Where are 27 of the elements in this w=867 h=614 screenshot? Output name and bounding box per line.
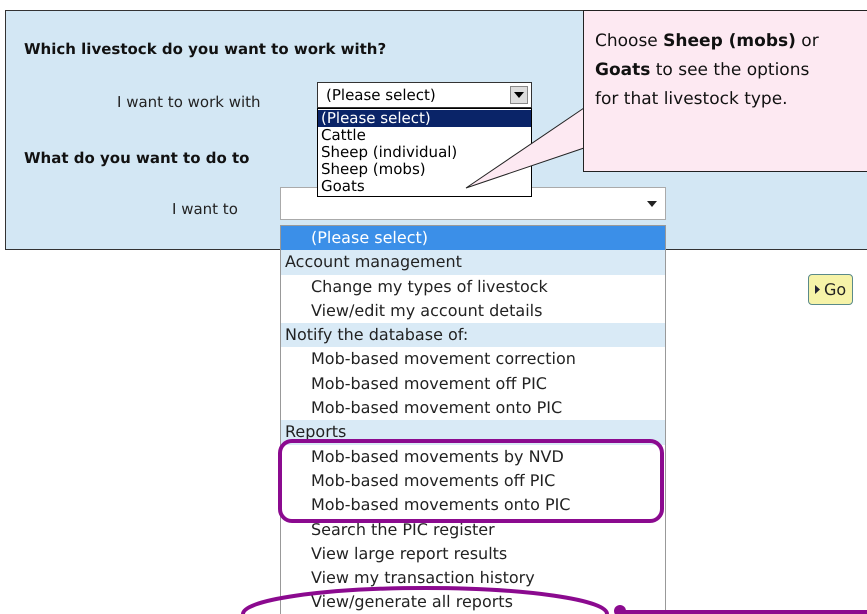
dropdown-option[interactable]: Mob-based movement correction	[281, 347, 665, 372]
callout-note: Choose Sheep (mobs) or Goats to see the options for that livestock type.	[583, 10, 867, 172]
field-label: I want to work with	[117, 92, 261, 113]
dropdown-option[interactable]: View/edit my account details	[281, 298, 665, 324]
dropdown-option[interactable]: Change my types of livestock	[281, 274, 665, 299]
go-button[interactable]: Go	[808, 274, 854, 305]
section-heading: Which livestock do you want to work with?	[24, 39, 386, 60]
dropdown-option[interactable]: Sheep (mobs)	[318, 161, 531, 178]
dropdown-option[interactable]: Search the PIC register	[281, 518, 665, 542]
section-heading: What do you want to do to	[24, 148, 250, 169]
dropdown-option[interactable]: View large report results	[281, 542, 665, 566]
dropdown-option[interactable]: (Please select)	[318, 110, 531, 127]
dropdown-option[interactable]: Mob-based movements onto PIC	[281, 493, 665, 518]
field-label: I want to	[172, 199, 238, 220]
option-group-label: Account management	[281, 250, 665, 275]
dropdown-option[interactable]: Mob-based movement off PIC	[281, 372, 665, 396]
dropdown-option[interactable]: View/generate all reports	[281, 590, 665, 614]
option-group-label: Notify the database of:	[281, 323, 665, 348]
play-icon	[815, 285, 820, 294]
livestock-select[interactable]: (Please select)	[317, 82, 532, 108]
dropdown-option[interactable]: View my transaction history	[281, 566, 665, 590]
dropdown-option[interactable]: Mob-based movements off PIC	[281, 468, 665, 494]
dropdown-option[interactable]: Mob-based movements by NVD	[281, 444, 665, 469]
dropdown-option[interactable]: Cattle	[318, 127, 531, 144]
dropdown-option[interactable]: Mob-based movement onto PIC	[281, 396, 665, 420]
dropdown-arrow-icon[interactable]	[647, 200, 657, 206]
dropdown-option[interactable]: Goats	[318, 178, 531, 195]
